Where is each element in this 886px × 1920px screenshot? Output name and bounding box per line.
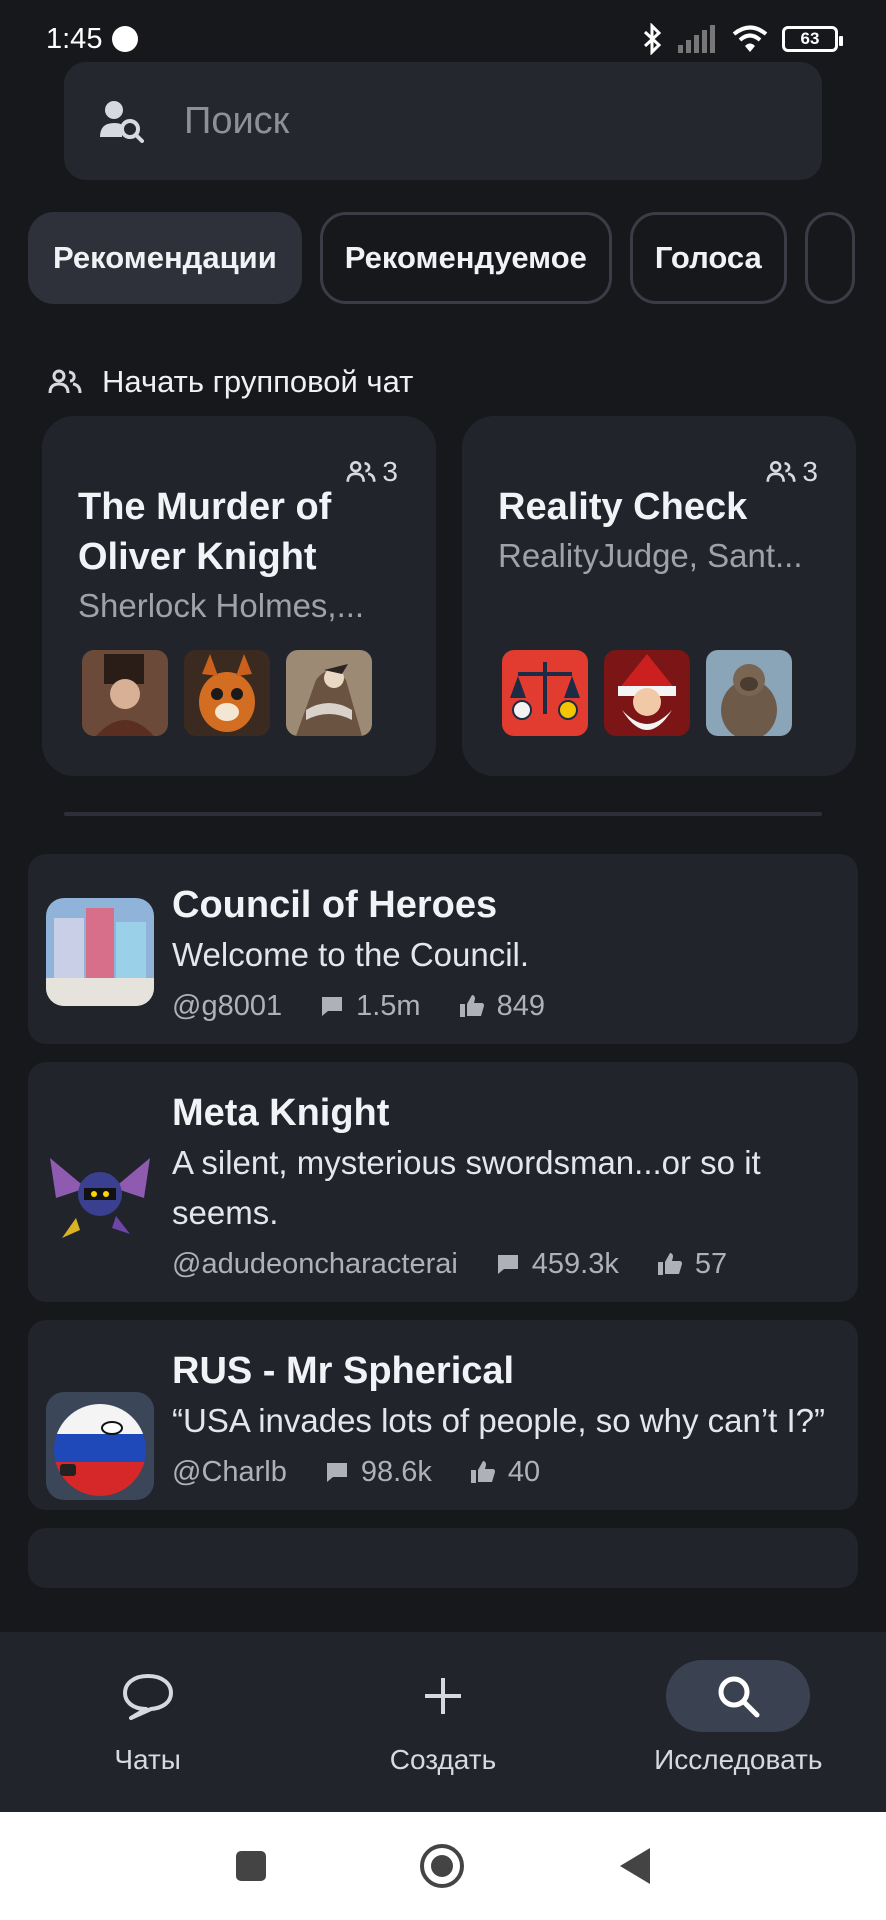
character-meta: @Charlb 98.6k 40 — [172, 1452, 838, 1492]
group-card[interactable]: 3 Reality Check RealityJudge, Sant... — [462, 416, 856, 776]
character-name: Meta Knight — [172, 1092, 390, 1134]
group-icon — [766, 460, 796, 482]
nav-create[interactable]: Создать — [313, 1632, 573, 1776]
list-item[interactable] — [28, 1528, 858, 1588]
recents-square-icon[interactable] — [234, 1849, 268, 1883]
category-chips: Рекомендации Рекомендуемое Голоса — [28, 212, 886, 304]
nav-chats-label: Чаты — [114, 1744, 181, 1775]
chip-featured[interactable]: Рекомендуемое — [319, 212, 612, 304]
thumbs-up-icon — [657, 1253, 682, 1275]
group-chat-header[interactable]: Начать групповой чат — [48, 360, 413, 404]
like-count: 57 — [694, 1248, 728, 1280]
bottom-navigation: Чаты Создать Исследовать — [0, 1632, 886, 1812]
group-icon — [48, 369, 82, 394]
bluetooth-icon — [643, 23, 662, 55]
nav-create-label: Создать — [389, 1744, 497, 1775]
character-description: Welcome to the Council. — [172, 936, 530, 973]
chat-count: 1.5m — [356, 990, 421, 1022]
nav-explore-label: Исследовать — [654, 1744, 823, 1775]
list-item[interactable]: RUS - Mr Spherical “USA invades lots of … — [28, 1320, 858, 1510]
search-placeholder: Поиск — [184, 99, 290, 142]
like-count: 40 — [507, 1456, 541, 1488]
author: @g8001 — [172, 990, 283, 1022]
avatar — [286, 650, 372, 736]
group-chat-title: Начать групповой чат — [102, 364, 414, 399]
avatar — [46, 1392, 154, 1500]
avatar — [82, 650, 168, 736]
chip-voices[interactable]: Голоса — [629, 212, 787, 304]
group-card-title: Reality Check — [498, 486, 748, 528]
chip-recommendations[interactable]: Рекомендации — [28, 212, 302, 304]
group-chat-carousel: 3 The Murder of Oliver Knight Sherlock H… — [42, 416, 886, 776]
avatar — [604, 650, 690, 736]
plus-icon — [371, 1660, 515, 1732]
avatar — [46, 1138, 154, 1246]
list-item[interactable]: Council of Heroes Welcome to the Council… — [28, 854, 858, 1044]
author: @adudeoncharacterai — [172, 1248, 458, 1280]
search-input[interactable]: Поиск — [64, 62, 822, 180]
nav-chats[interactable]: Чаты — [18, 1632, 278, 1776]
like-count: 849 — [496, 990, 545, 1022]
character-name: Council of Heroes — [172, 884, 498, 926]
group-icon — [346, 460, 376, 482]
thumbs-up-icon — [470, 1461, 495, 1483]
chat-bubble-icon — [76, 1660, 220, 1732]
chat-count-icon — [326, 1463, 347, 1482]
search-icon — [666, 1660, 811, 1732]
member-count: 3 — [346, 456, 398, 488]
chat-count-icon — [322, 997, 343, 1016]
system-navigation-bar — [0, 1812, 886, 1920]
status-time: 1:45 — [46, 22, 103, 55]
chat-count-icon — [497, 1255, 518, 1274]
list-item[interactable]: Meta Knight A silent, mysterious swordsm… — [28, 1062, 858, 1302]
character-name: RUS - Mr Spherical — [172, 1350, 515, 1392]
thumbs-up-icon — [459, 995, 484, 1017]
character-meta: @g8001 1.5m 849 — [172, 986, 838, 1026]
group-card-members: Sherlock Holmes,... — [78, 587, 365, 624]
character-list: Council of Heroes Welcome to the Council… — [28, 854, 858, 1606]
character-meta: @adudeoncharacterai 459.3k 57 — [172, 1244, 838, 1284]
battery-indicator: 63 — [782, 26, 843, 52]
person-search-icon — [100, 101, 144, 143]
group-card[interactable]: 3 The Murder of Oliver Knight Sherlock H… — [42, 416, 436, 776]
chat-count: 459.3k — [531, 1248, 619, 1280]
avatar — [706, 650, 792, 736]
author: @Charlb — [172, 1456, 287, 1488]
avatar — [502, 650, 588, 736]
nav-explore[interactable]: Исследовать — [608, 1632, 868, 1776]
wifi-icon — [732, 25, 768, 52]
chip-more[interactable] — [804, 212, 855, 304]
back-triangle-icon[interactable] — [616, 1846, 652, 1886]
avatar — [184, 650, 270, 736]
chat-count: 98.6k — [360, 1456, 432, 1488]
signal-icon — [678, 25, 715, 53]
group-card-members: RealityJudge, Sant... — [498, 537, 803, 574]
character-description: A silent, mysterious swordsman...or so i… — [172, 1144, 761, 1231]
avatar — [46, 898, 154, 1006]
member-count: 3 — [766, 456, 818, 488]
character-description: “USA invades lots of people, so why can’… — [172, 1402, 826, 1439]
group-card-title: The Murder of Oliver Knight — [78, 486, 332, 578]
divider — [64, 812, 822, 816]
home-circle-icon[interactable] — [418, 1842, 466, 1890]
notification-dot-icon — [112, 26, 139, 52]
